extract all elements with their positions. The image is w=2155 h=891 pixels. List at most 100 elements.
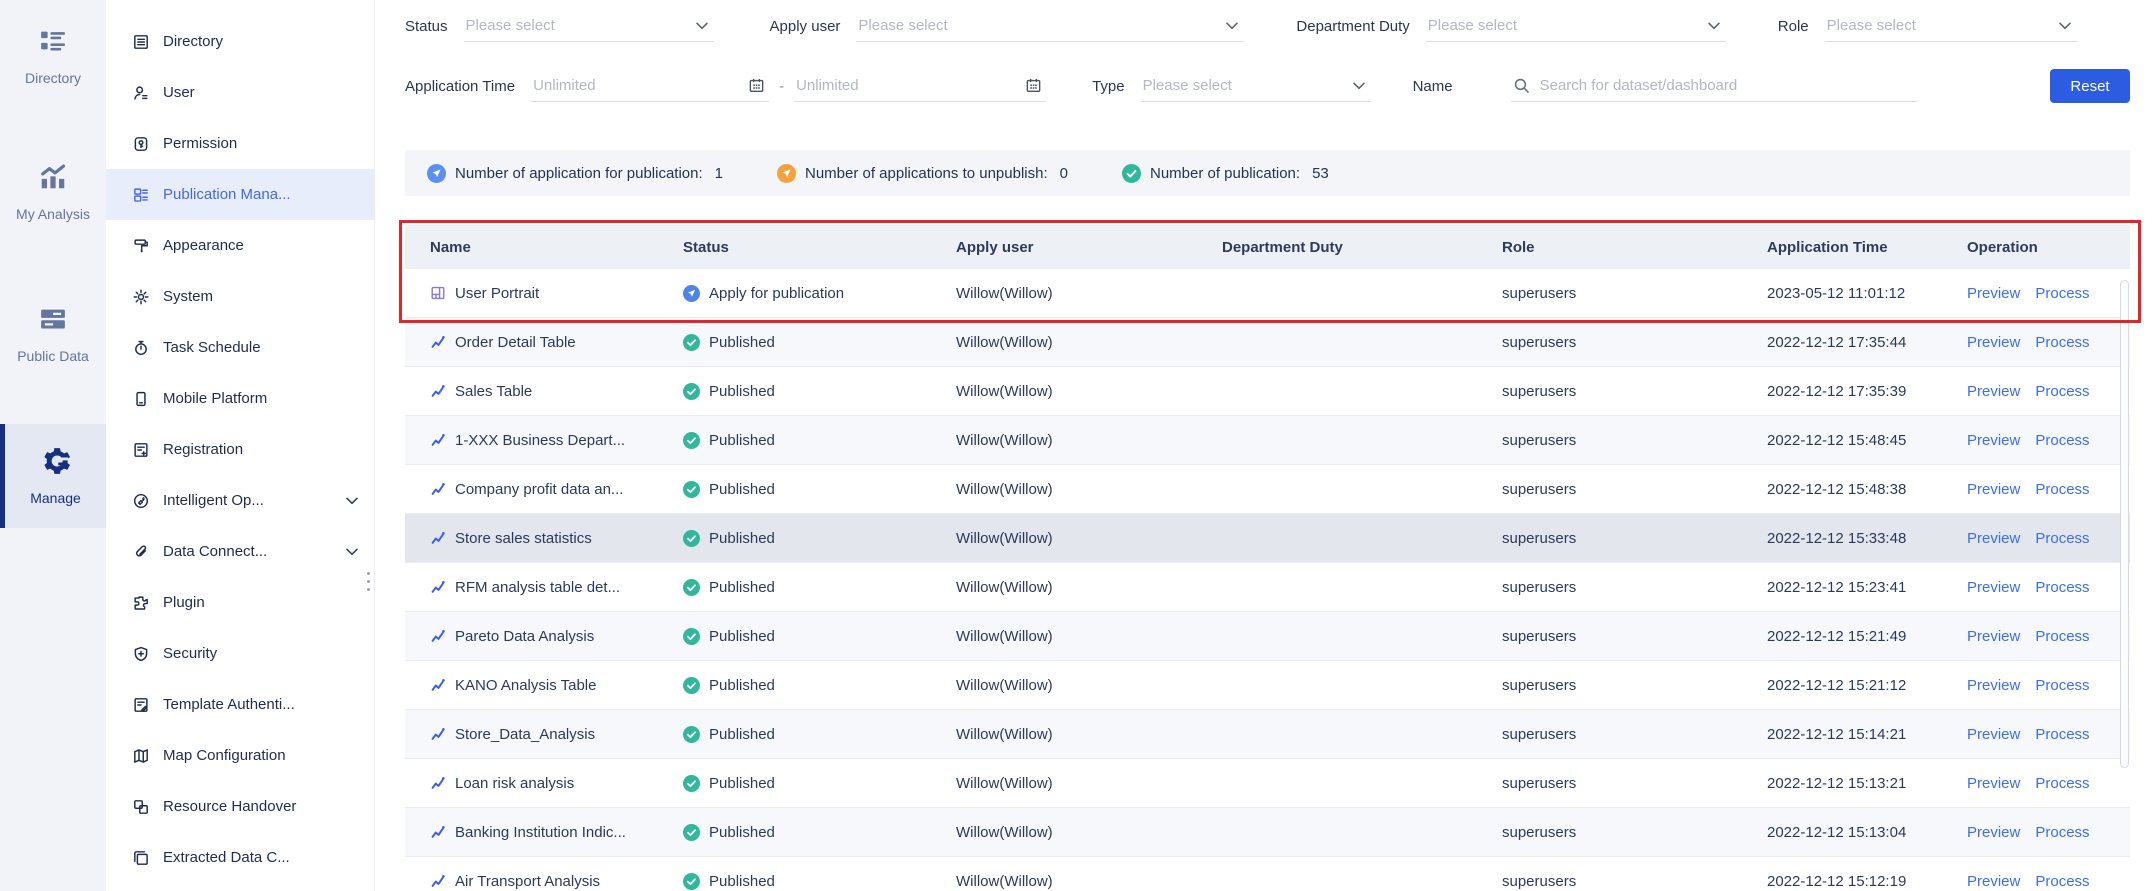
department-duty-filter-label: Department Duty <box>1296 17 1410 35</box>
process-link[interactable]: Process <box>2035 481 2089 498</box>
process-link[interactable]: Process <box>2035 628 2089 645</box>
published-icon <box>683 823 700 841</box>
process-link[interactable]: Process <box>2035 677 2089 694</box>
sidebar-item[interactable]: User <box>106 67 374 118</box>
apply-user-cell: Willow(Willow) <box>956 872 1053 890</box>
rail-item[interactable]: Manage <box>0 424 106 528</box>
table-row[interactable]: Company profit data an... Published Will… <box>405 465 2130 514</box>
rail-item[interactable]: My Analysis <box>0 150 106 234</box>
table-row[interactable]: Store_Data_Analysis Published Willow(Wil… <box>405 710 2130 759</box>
type-select[interactable]: Please select <box>1140 70 1371 102</box>
role-cell: superusers <box>1502 627 1577 645</box>
sidebar-item[interactable]: Mobile Platform <box>106 373 374 424</box>
role-cell: superusers <box>1502 872 1577 890</box>
table-row[interactable]: Store sales statistics Published Willow(… <box>405 514 2130 563</box>
process-link[interactable]: Process <box>2035 873 2089 890</box>
sidebar-item-label: Appearance <box>163 237 244 254</box>
sidebar-item[interactable]: Map Configuration <box>106 730 374 781</box>
table-row[interactable]: User Portrait Apply for publication Will… <box>405 269 2130 318</box>
table-row[interactable]: 1-XXX Business Depart... Published Willo… <box>405 416 2130 465</box>
sidebar-item[interactable]: Publication Mana... <box>106 169 374 220</box>
preview-link[interactable]: Preview <box>1967 677 2020 694</box>
preview-link[interactable]: Preview <box>1967 824 2020 841</box>
preview-link[interactable]: Preview <box>1967 285 2020 302</box>
role-select[interactable]: Please select <box>1824 10 2077 42</box>
template-authentication-icon <box>132 696 150 714</box>
directory-rail-icon <box>38 26 68 61</box>
rail-item[interactable]: Directory <box>0 14 106 98</box>
sidebar-item[interactable]: Registration <box>106 424 374 475</box>
preview-link[interactable]: Preview <box>1967 628 2020 645</box>
process-link[interactable]: Process <box>2035 334 2089 351</box>
preview-link[interactable]: Preview <box>1967 530 2020 547</box>
process-link[interactable]: Process <box>2035 579 2089 596</box>
application-time-cell: 2022-12-12 15:14:21 <box>1767 725 1907 743</box>
sidebar-item[interactable]: Plugin <box>106 577 374 628</box>
preview-link[interactable]: Preview <box>1967 726 2020 743</box>
operation-cell: Preview Process <box>1942 677 2130 694</box>
sidebar-item[interactable]: Task Schedule <box>106 322 374 373</box>
sidebar-item[interactable]: Permission <box>106 118 374 169</box>
preview-link[interactable]: Preview <box>1967 334 2020 351</box>
application-time-end-input[interactable]: Unlimited <box>794 70 1047 102</box>
process-link[interactable]: Process <box>2035 530 2089 547</box>
sidebar-item[interactable]: Appearance <box>106 220 374 271</box>
process-link[interactable]: Process <box>2035 432 2089 449</box>
sidebar-item-label: Publication Mana... <box>163 186 291 203</box>
stat-label: Number of applications to unpublish: <box>804 164 1048 182</box>
column-header-operation: Operation <box>1967 238 2038 256</box>
reset-button[interactable]: Reset <box>2050 69 2130 103</box>
sidebar-item[interactable]: Resource Handover <box>106 781 374 832</box>
status-label: Published <box>709 823 775 841</box>
security-icon <box>132 645 150 663</box>
vertical-scrollbar-thumb[interactable] <box>2120 280 2129 768</box>
process-link[interactable]: Process <box>2035 285 2089 302</box>
application-time-cell: 2022-12-12 17:35:44 <box>1767 333 1907 351</box>
table-header: Name Status Apply user Department Duty R… <box>405 225 2130 269</box>
stat-value: 0 <box>1059 164 1068 182</box>
status-label: Published <box>709 431 775 449</box>
process-link[interactable]: Process <box>2035 775 2089 792</box>
table-row[interactable]: Banking Institution Indic... Published W… <box>405 808 2130 857</box>
preview-link[interactable]: Preview <box>1967 775 2020 792</box>
sidebar-item-label: Directory <box>163 33 224 50</box>
table-row[interactable]: Order Detail Table Published Willow(Will… <box>405 318 2130 367</box>
sidebar-item[interactable]: System <box>106 271 374 322</box>
sidebar-item[interactable]: Template Authenti... <box>106 679 374 730</box>
published-icon <box>683 872 700 890</box>
name-cell: Order Detail Table <box>405 334 658 351</box>
apply-user-select[interactable]: Please select <box>856 10 1245 42</box>
apply-user-cell: Willow(Willow) <box>956 823 1053 841</box>
apply-user-cell: Willow(Willow) <box>956 480 1053 498</box>
table-row[interactable]: Pareto Data Analysis Published Willow(Wi… <box>405 612 2130 661</box>
sidebar-item[interactable]: Directory <box>106 16 374 67</box>
name-search-input[interactable] <box>1539 77 1913 94</box>
table-row[interactable]: KANO Analysis Table Published Willow(Wil… <box>405 661 2130 710</box>
preview-link[interactable]: Preview <box>1967 579 2020 596</box>
process-link[interactable]: Process <box>2035 726 2089 743</box>
preview-link[interactable]: Preview <box>1967 432 2020 449</box>
status-select[interactable]: Please select <box>463 10 714 42</box>
public-data-icon <box>38 304 68 339</box>
process-link[interactable]: Process <box>2035 824 2089 841</box>
sidebar-item[interactable]: Extracted Data C... <box>106 832 374 883</box>
application-time-start-input[interactable]: Unlimited <box>531 70 770 102</box>
process-link[interactable]: Process <box>2035 383 2089 400</box>
sidebar-item[interactable]: Intelligent Op... <box>106 475 374 526</box>
preview-link[interactable]: Preview <box>1967 383 2020 400</box>
table-row[interactable]: Sales Table Published Willow(Willow) sup… <box>405 367 2130 416</box>
line-chart-icon <box>430 873 446 889</box>
table-row[interactable]: Loan risk analysis Published Willow(Will… <box>405 759 2130 808</box>
department-duty-select[interactable]: Please select <box>1425 10 1726 42</box>
department-duty-filter: Department Duty Please select <box>1296 10 1777 42</box>
table-row[interactable]: Air Transport Analysis Published Willow(… <box>405 857 2130 891</box>
sidebar-item[interactable]: Security <box>106 628 374 679</box>
preview-link[interactable]: Preview <box>1967 481 2020 498</box>
rail-item[interactable]: Public Data <box>0 292 106 376</box>
sidebar-item[interactable]: Data Connect... <box>106 526 374 577</box>
data-connection-icon <box>132 543 150 561</box>
preview-link[interactable]: Preview <box>1967 873 2020 890</box>
apply-user-cell: Willow(Willow) <box>956 529 1053 547</box>
table-row[interactable]: RFM analysis table det... Published Will… <box>405 563 2130 612</box>
operation-cell: Preview Process <box>1942 628 2130 645</box>
